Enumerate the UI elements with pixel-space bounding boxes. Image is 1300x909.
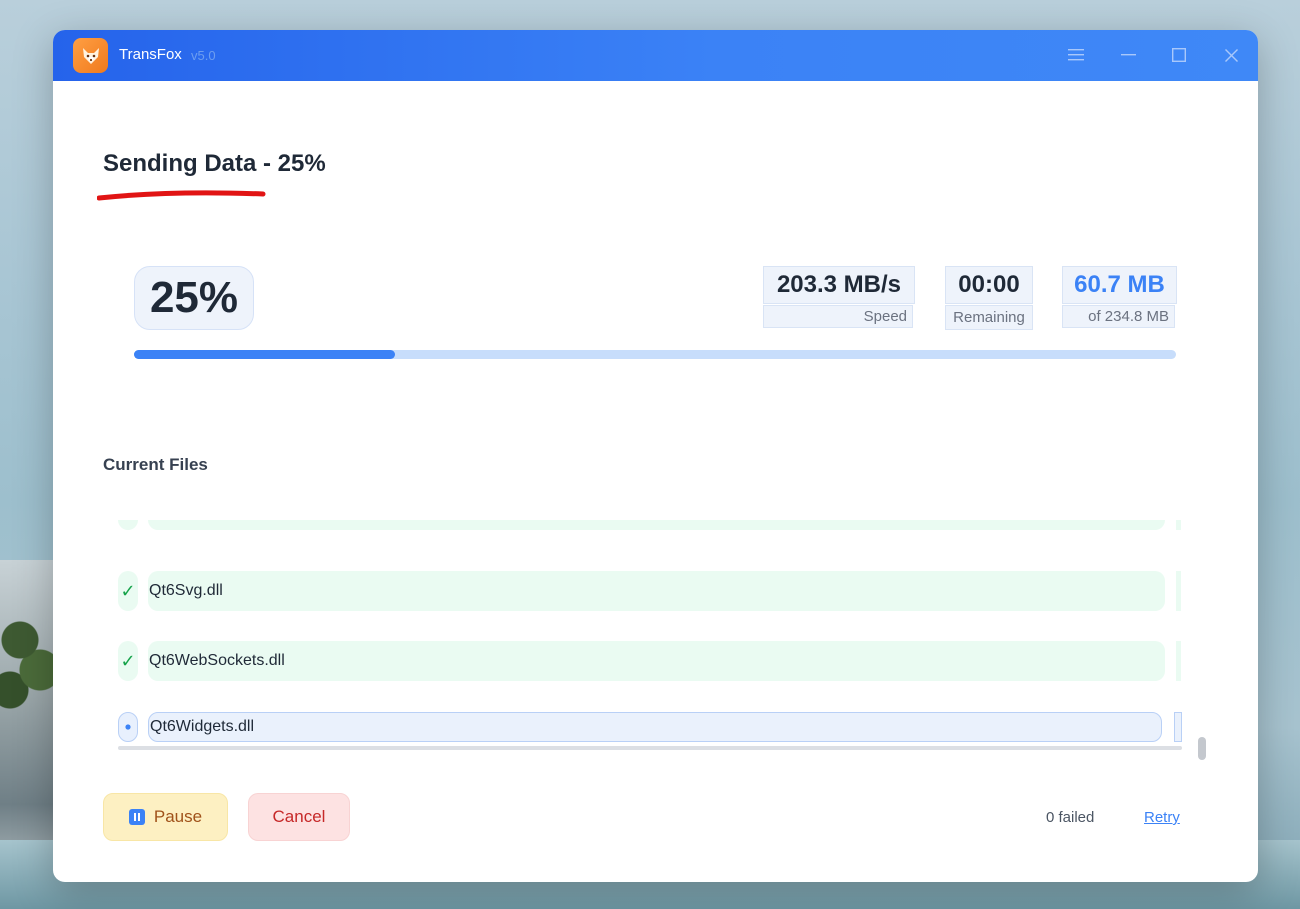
check-icon: ✓ (118, 571, 138, 611)
list-item: ✓ Qt6Svg.dll (118, 571, 1193, 611)
remaining-label: Remaining (945, 305, 1033, 330)
retry-link[interactable]: Retry (1144, 809, 1180, 826)
red-underline-annotation (97, 190, 266, 201)
app-version: v5.0 (191, 48, 216, 63)
page-title: Sending Data - 25% (103, 150, 326, 177)
row-edge (1176, 571, 1181, 611)
file-name (148, 520, 1165, 530)
progress-percent: 25% (134, 266, 254, 330)
current-files-title: Current Files (103, 455, 208, 474)
row-edge (1176, 520, 1181, 530)
in-progress-dot-icon (118, 712, 138, 742)
horizontal-scrollbar[interactable] (118, 746, 1182, 750)
minimize-icon[interactable] (1108, 38, 1148, 72)
speed-value: 203.3 MB/s (763, 266, 915, 304)
pause-icon (128, 809, 145, 825)
row-edge (1176, 641, 1181, 681)
list-item (118, 520, 1193, 530)
hamburger-menu-icon[interactable] (1056, 38, 1096, 72)
title-bar[interactable]: TransFox v5.0 (53, 30, 1258, 81)
check-icon (118, 520, 138, 530)
pause-button-label: Pause (153, 807, 203, 826)
list-item: Qt6Widgets.dll (118, 711, 1193, 750)
pause-button[interactable]: Pause (103, 793, 228, 841)
list-item: ✓ Qt6WebSockets.dll (118, 641, 1193, 681)
file-list[interactable]: ✓ Qt6Svg.dll ✓ Qt6WebSockets.dll Qt6Widg… (118, 520, 1193, 750)
progress-bar (134, 350, 1176, 359)
vertical-scrollbar-thumb[interactable] (1198, 737, 1206, 760)
cancel-button-label: Cancel (272, 807, 326, 826)
speed-label: Speed (763, 305, 913, 328)
cancel-button[interactable]: Cancel (248, 793, 350, 841)
failed-count: 0 failed (1046, 809, 1095, 826)
check-icon: ✓ (118, 641, 138, 681)
fox-logo-icon (73, 38, 108, 73)
vertical-scrollbar-track[interactable] (1196, 535, 1204, 763)
file-name: Qt6Svg.dll (148, 571, 1165, 611)
app-window: TransFox v5.0 Sending Data - 25% 25% 203… (53, 30, 1258, 882)
maximize-icon[interactable] (1159, 38, 1199, 72)
file-name: Qt6Widgets.dll (148, 712, 1162, 742)
app-name: TransFox (119, 46, 182, 63)
progress-bar-fill (134, 350, 395, 359)
remaining-value: 00:00 (945, 266, 1033, 304)
background-trees (0, 600, 55, 720)
transferred-value: 60.7 MB (1062, 266, 1177, 304)
row-edge (1174, 712, 1182, 742)
file-name: Qt6WebSockets.dll (148, 641, 1165, 681)
close-icon[interactable] (1211, 38, 1251, 72)
transferred-total-label: of 234.8 MB (1062, 305, 1175, 328)
